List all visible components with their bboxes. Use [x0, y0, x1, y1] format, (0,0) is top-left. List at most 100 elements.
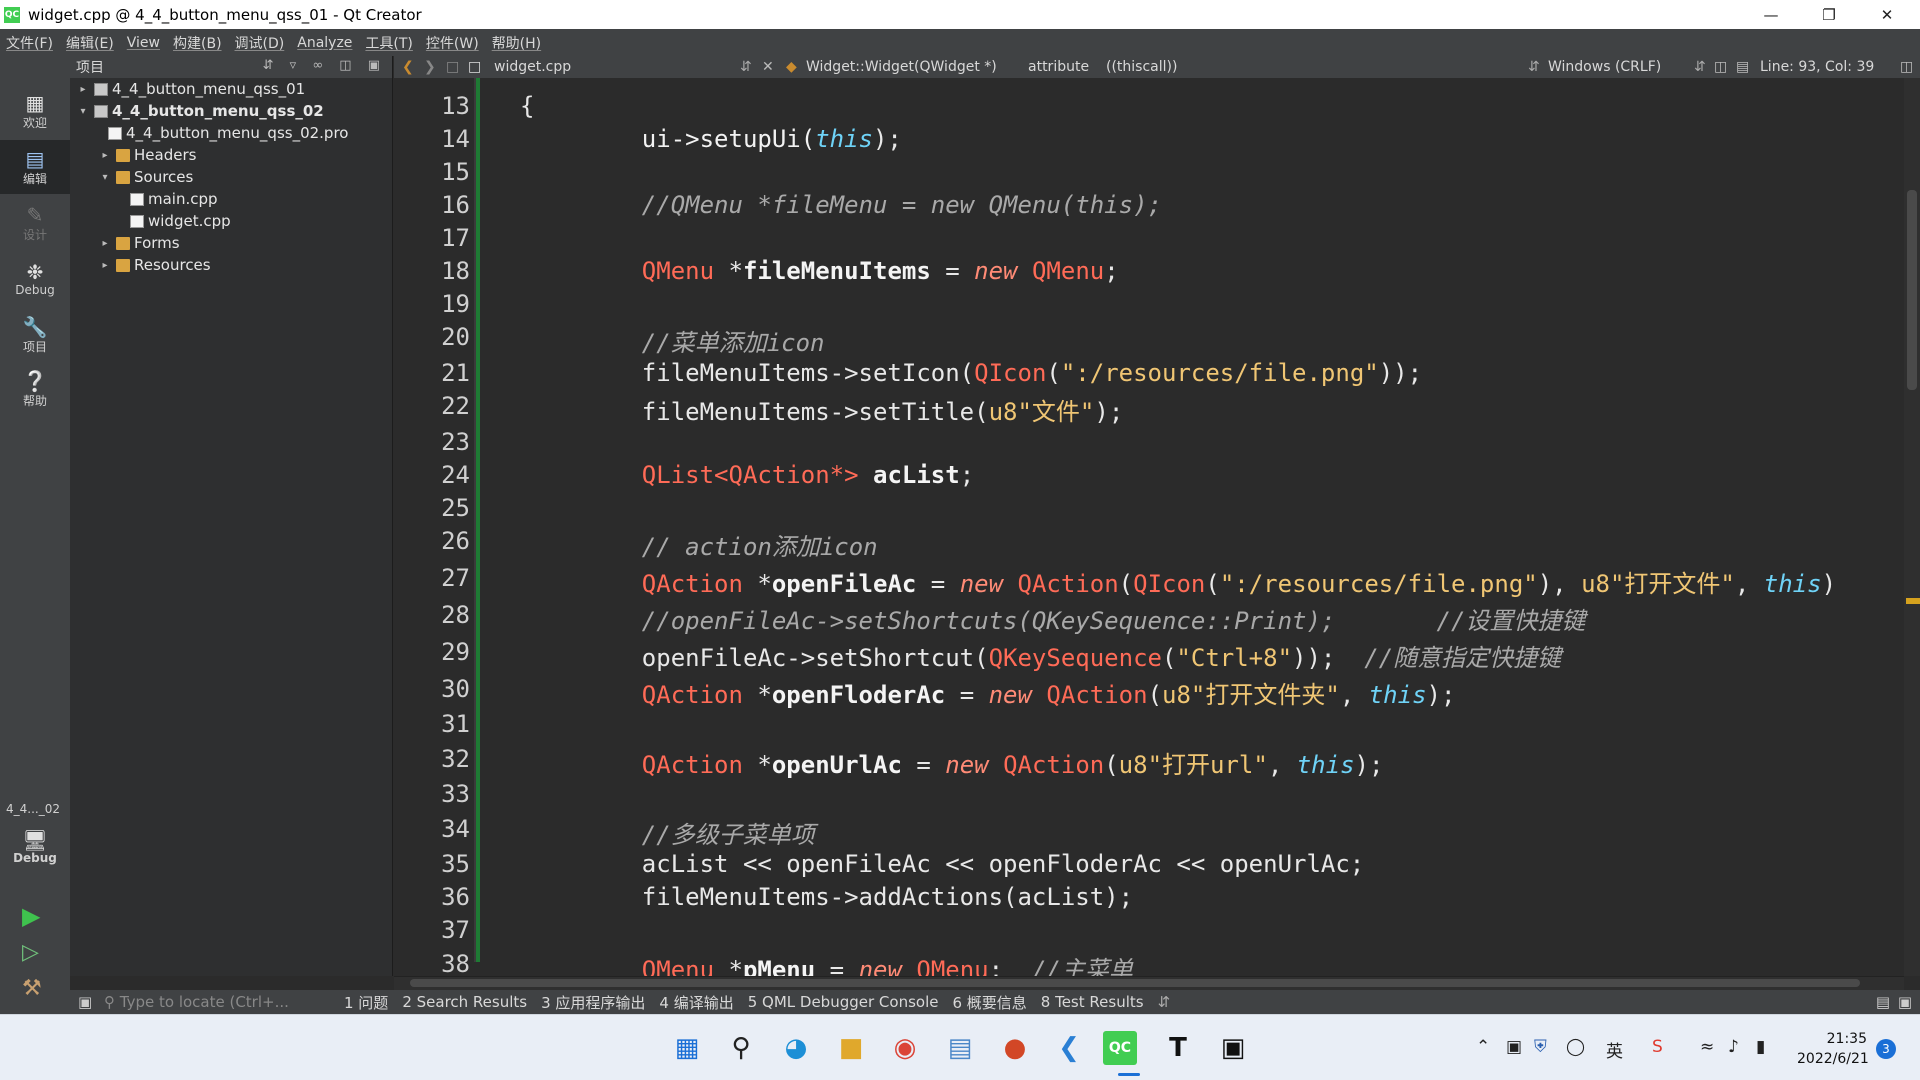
vscode-icon[interactable]: ❮: [1048, 1027, 1090, 1069]
expand-arrow-icon[interactable]: ▸: [76, 84, 90, 95]
show-hidden-icons[interactable]: ⌃: [1476, 1037, 1490, 1057]
file-icon: [130, 192, 144, 206]
close-button[interactable]: ✕: [1858, 0, 1916, 29]
code-line: QAction *openFileAc = new QAction(QIcon(…: [584, 570, 1837, 598]
code-line: QAction *openUrlAc = new QAction(u8"打开ur…: [584, 751, 1384, 779]
file-explorer-icon[interactable]: ■: [830, 1027, 872, 1069]
code-line: fileMenuItems->addActions(acList);: [584, 883, 1134, 911]
toggle-sidebar-icon[interactable]: ▣: [78, 993, 92, 1011]
minimize-button[interactable]: —: [1742, 0, 1800, 29]
mode-welcome[interactable]: ▦ 欢迎: [0, 84, 70, 138]
image-viewer-icon[interactable]: ▤: [939, 1027, 981, 1069]
menu-file[interactable]: 文件(F): [6, 33, 53, 53]
menu-analyze[interactable]: Analyze: [297, 35, 352, 51]
qt-creator-taskbar-icon[interactable]: QC: [1103, 1031, 1137, 1065]
collapse-arrow-icon[interactable]: ▾: [98, 172, 112, 183]
project-tree: ▸ 4_4_button_menu_qss_01 ▾ 4_4_button_menu…: [70, 78, 392, 276]
tree-item-forms[interactable]: ▸ Forms: [70, 232, 392, 254]
camera-tray-icon[interactable]: ▣: [1506, 1037, 1522, 1057]
search-icon[interactable]: ⚲: [720, 1027, 762, 1069]
os-taskbar: ▦ ⚲ ◕ ■ ◉ ▤ ● ❮ QC T ▣ ⌃ ▣ ⛨ ◯ 英 S ≈ ♪ ▮…: [0, 1014, 1920, 1080]
expand-arrow-icon[interactable]: ▸: [98, 260, 112, 271]
menu-debug[interactable]: 调试(D): [235, 33, 285, 53]
panel-toolbar-icons[interactable]: ⇵ ▿ ∞ ◫ ▣: [263, 58, 386, 73]
ime-indicator[interactable]: 英: [1606, 1037, 1623, 1062]
mode-debug[interactable]: ❉ Debug: [0, 252, 70, 306]
code-line: // action添加icon: [584, 533, 878, 561]
bug-icon: ❉: [26, 260, 44, 284]
wifi-icon[interactable]: ≈: [1700, 1037, 1714, 1057]
tab-general-messages[interactable]: 6 概要信息: [952, 992, 1026, 1013]
folder-icon: [116, 170, 130, 184]
output-pane-bar: ▣ ⚲ Type to locate (Ctrl+... 1 问题 2 Sear…: [70, 990, 1920, 1014]
folder-icon: [116, 258, 130, 272]
output-pane-toggle-icon[interactable]: ▤: [1876, 993, 1890, 1011]
debug-run-icon[interactable]: ▷: [22, 940, 39, 965]
start-icon[interactable]: ▦: [666, 1027, 708, 1069]
edge-browser-icon[interactable]: ◕: [775, 1027, 817, 1069]
project-panel-header: 项目 ⇵ ▿ ∞ ◫ ▣: [70, 56, 392, 78]
tree-item-resources[interactable]: ▸ Resources: [70, 254, 392, 276]
pencil-icon: ✎: [26, 202, 44, 227]
mode-design[interactable]: ✎ 设计: [0, 196, 70, 250]
restore-button[interactable]: ❐: [1800, 0, 1858, 29]
code-line: QList<QAction*> acList;: [584, 461, 975, 489]
project-panel: 项目 ⇵ ▿ ∞ ◫ ▣ ▸ 4_4_button_menu_qss_01 ▾ 4_…: [70, 56, 393, 976]
document-icon: ▤: [25, 146, 45, 171]
menu-view[interactable]: View: [127, 35, 160, 51]
code-area[interactable]: { ui->setupUi(this); //QMenu *fileMenu =…: [394, 56, 1920, 984]
more-tabs-icon[interactable]: ⇵: [1158, 993, 1171, 1011]
tab-issues[interactable]: 1 问题: [344, 992, 388, 1013]
menu-build[interactable]: 构建(B): [173, 33, 222, 53]
security-tray-icon[interactable]: ⛨: [1534, 1037, 1547, 1057]
screen-recorder-icon[interactable]: ▣: [1212, 1027, 1254, 1069]
assistant-tray-icon[interactable]: ◯: [1566, 1037, 1585, 1057]
menu-tools[interactable]: 工具(T): [365, 33, 412, 53]
menu-help[interactable]: 帮助(H): [492, 33, 541, 53]
vertical-scroll-thumb[interactable]: [1907, 190, 1917, 390]
tab-search-results[interactable]: 2 Search Results: [402, 993, 527, 1011]
code-line: openFileAc->setShortcut(QKeySequence("Ct…: [584, 644, 1562, 672]
tree-item-pro-file[interactable]: 4_4_button_menu_qss_02.pro: [70, 122, 392, 144]
build-hammer-icon[interactable]: ⚒: [22, 976, 42, 1001]
expand-arrow-icon[interactable]: ▸: [98, 238, 112, 249]
menu-controls[interactable]: 控件(W): [426, 33, 479, 53]
chrome-icon[interactable]: ◉: [884, 1027, 926, 1069]
volume-icon[interactable]: ♪: [1728, 1037, 1739, 1057]
warning-marker: [1906, 598, 1920, 604]
tab-qml-debugger[interactable]: 5 QML Debugger Console: [748, 993, 939, 1011]
powerpoint-icon[interactable]: ●: [994, 1027, 1036, 1069]
taskbar-clock[interactable]: 21:35 2022/6/21: [1797, 1029, 1869, 1069]
menu-edit[interactable]: 编辑(E): [66, 33, 114, 53]
sogou-tray-icon[interactable]: S: [1652, 1037, 1663, 1057]
tree-item-headers[interactable]: ▸ Headers: [70, 144, 392, 166]
horizontal-scroll-thumb[interactable]: [410, 979, 1860, 987]
folder-icon: [116, 148, 130, 162]
tree-item-widget-cpp[interactable]: widget.cpp: [70, 210, 392, 232]
file-icon: [130, 214, 144, 228]
locator-input[interactable]: ⚲ Type to locate (Ctrl+...: [104, 992, 330, 1012]
code-line: {: [520, 92, 535, 120]
code-line: fileMenuItems->setIcon(QIcon(":/resource…: [584, 359, 1423, 387]
tree-item-project-02[interactable]: ▾ 4_4_button_menu_qss_02: [70, 100, 392, 122]
mode-projects[interactable]: 🔧 项目: [0, 308, 70, 362]
battery-icon[interactable]: ▮: [1756, 1037, 1765, 1057]
mode-edit[interactable]: ▤ 编辑: [0, 140, 70, 194]
code-line: QAction *openFloderAc = new QAction(u8"打…: [584, 681, 1456, 709]
tab-compile-output[interactable]: 4 编译输出: [659, 992, 733, 1013]
tree-item-main-cpp[interactable]: main.cpp: [70, 188, 392, 210]
wrench-icon: 🔧: [22, 314, 48, 339]
mode-help[interactable]: ❔ 帮助: [0, 362, 70, 416]
typora-icon[interactable]: T: [1157, 1027, 1199, 1069]
right-sidebar-icon[interactable]: ▣: [1898, 993, 1912, 1011]
collapse-arrow-icon[interactable]: ▾: [76, 106, 90, 117]
tab-app-output[interactable]: 3 应用程序输出: [541, 992, 645, 1013]
tree-item-sources[interactable]: ▾ Sources: [70, 166, 392, 188]
tab-test-results[interactable]: 8 Test Results: [1041, 993, 1144, 1011]
notification-badge[interactable]: 3: [1876, 1039, 1896, 1059]
monitor-icon: 🖥: [22, 828, 48, 852]
kit-selector[interactable]: 🖥 Debug: [0, 820, 70, 874]
expand-arrow-icon[interactable]: ▸: [98, 150, 112, 161]
tree-item-project-01[interactable]: ▸ 4_4_button_menu_qss_01: [70, 78, 392, 100]
run-icon[interactable]: ▶: [22, 902, 40, 930]
